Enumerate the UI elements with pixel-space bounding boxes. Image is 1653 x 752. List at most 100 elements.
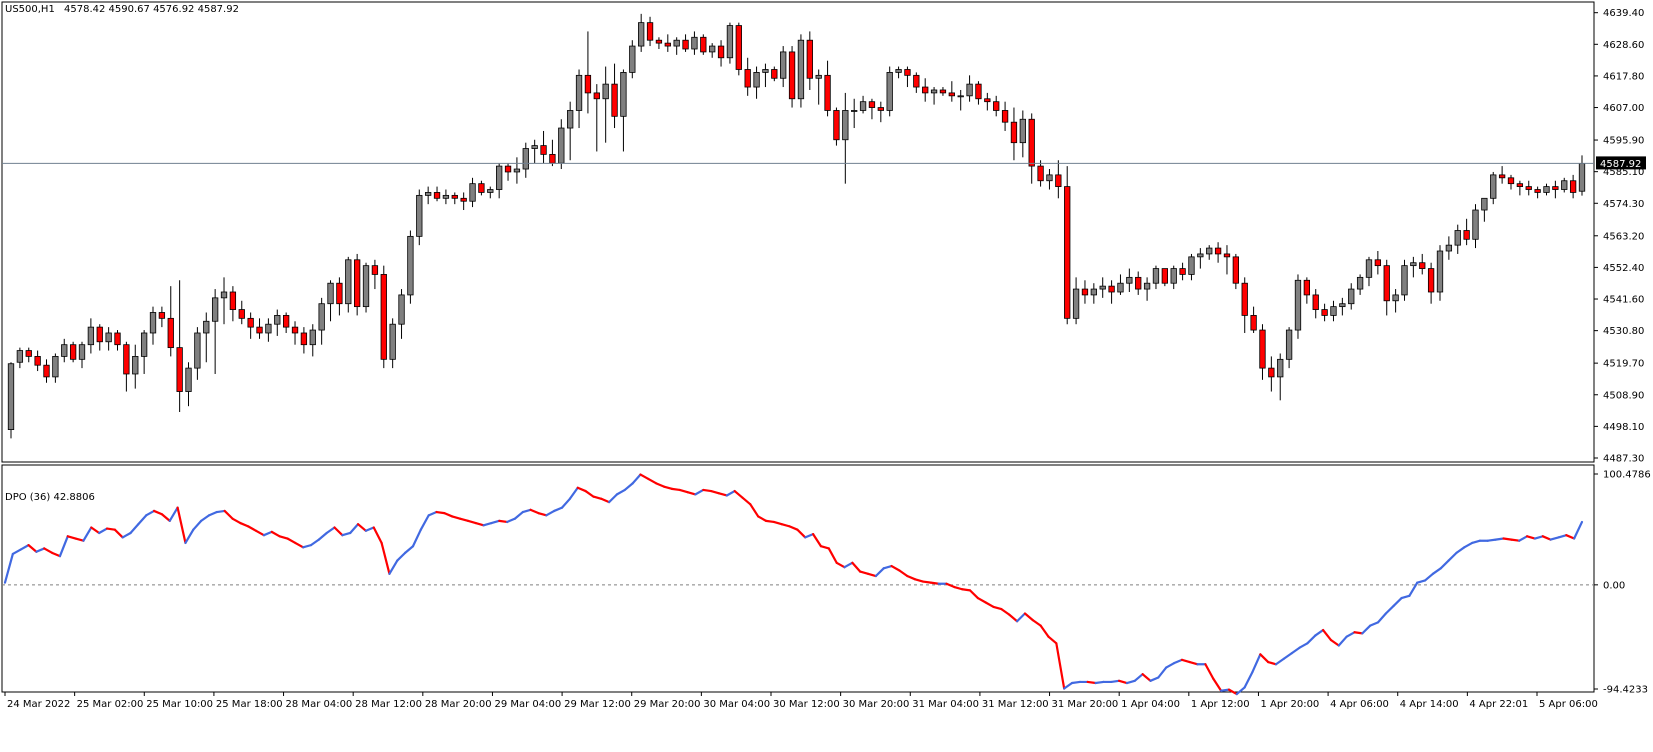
candle-body-bull bbox=[1206, 247, 1213, 255]
candle-body-bear bbox=[993, 101, 1000, 111]
candle-body-bear bbox=[1055, 174, 1062, 187]
candle-body-bear bbox=[646, 22, 654, 41]
price-tick-label: 4563.20 bbox=[1603, 231, 1644, 242]
candle-body-bear bbox=[229, 291, 237, 310]
candle-body-bull bbox=[1348, 288, 1355, 305]
candle-body-bear bbox=[256, 326, 263, 334]
candle-body-bear bbox=[806, 39, 813, 79]
candle-body-bull bbox=[1019, 118, 1026, 144]
current-price-label: 4587.92 bbox=[1600, 159, 1641, 170]
candle-body-bear bbox=[1498, 174, 1506, 179]
candle-body-bear bbox=[291, 326, 299, 334]
candle-body-bull bbox=[558, 127, 565, 164]
candle-body-bear bbox=[682, 39, 689, 50]
candle-body-bull bbox=[132, 356, 139, 375]
candle bbox=[797, 34, 805, 108]
candle-body-bear bbox=[460, 197, 467, 202]
candle-body-bull bbox=[327, 282, 334, 305]
candle-body-bear bbox=[478, 183, 485, 193]
candle-body-bull bbox=[1561, 180, 1568, 190]
candle-body-bear bbox=[282, 315, 290, 328]
candle-body-bull bbox=[1578, 163, 1586, 192]
candle-body-bear bbox=[1383, 265, 1390, 302]
candle-body-bear bbox=[1081, 288, 1089, 296]
candle-body-bear bbox=[247, 317, 254, 328]
candle bbox=[1294, 274, 1302, 339]
dpo-tick-label: 0.00 bbox=[1603, 580, 1625, 591]
candle-body-bear bbox=[1268, 367, 1275, 378]
candle-body-bear bbox=[1463, 230, 1470, 240]
candle-body-bear bbox=[593, 92, 600, 100]
price-tick-label: 4541.60 bbox=[1603, 295, 1644, 306]
candle-body-bear bbox=[336, 282, 343, 305]
candle-body-bear bbox=[975, 83, 982, 100]
dpo-segment-up bbox=[1494, 537, 1505, 541]
candle-body-bull bbox=[726, 25, 734, 59]
candle-body-bull bbox=[1490, 174, 1497, 199]
candle-body-bear bbox=[984, 98, 991, 103]
dpo-segment-down bbox=[921, 580, 932, 584]
candle-body-bear bbox=[1232, 256, 1239, 284]
candle-body-bull bbox=[1481, 197, 1488, 211]
dpo-segment-down bbox=[929, 581, 940, 585]
candle-body-bear bbox=[1427, 268, 1435, 293]
candle bbox=[726, 22, 734, 64]
candle-body-bull bbox=[78, 344, 86, 360]
candle-body-bear bbox=[744, 69, 751, 88]
candle bbox=[1401, 259, 1408, 301]
candle-body-bull bbox=[416, 194, 423, 237]
candle-body-bull bbox=[1543, 186, 1550, 193]
candle-body-bear bbox=[167, 317, 174, 349]
candle-body-bull bbox=[886, 72, 893, 111]
price-tick-label: 4487.30 bbox=[1603, 454, 1644, 465]
candle-body-bull bbox=[638, 22, 645, 47]
candle-body-bear bbox=[1161, 268, 1168, 284]
time-tick-label: 31 Mar 20:00 bbox=[1052, 699, 1119, 710]
candle-body-bull bbox=[345, 259, 352, 305]
price-tick-label: 4617.80 bbox=[1603, 71, 1644, 82]
candle-body-bear bbox=[1534, 189, 1541, 193]
candle-body-bear bbox=[114, 332, 121, 346]
candle bbox=[629, 40, 636, 79]
dpo-segment-down bbox=[1353, 631, 1364, 635]
candle-body-bear bbox=[717, 45, 725, 59]
candle bbox=[833, 107, 840, 146]
time-tick-label: 29 Mar 12:00 bbox=[564, 699, 631, 710]
candle-body-bull bbox=[1197, 253, 1204, 258]
candle-body-bull bbox=[1454, 230, 1461, 246]
candle-body-bear bbox=[655, 39, 663, 44]
candle-body-bull bbox=[469, 183, 476, 202]
candle-body-bear bbox=[1374, 259, 1382, 267]
candle-body-bull bbox=[753, 72, 760, 88]
candle bbox=[362, 262, 370, 313]
candle-body-bear bbox=[1516, 183, 1524, 187]
candle-body-bull bbox=[487, 189, 494, 193]
candle-body-bear bbox=[1552, 186, 1559, 190]
candle-body-bull bbox=[851, 110, 858, 112]
time-tick-label: 25 Mar 18:00 bbox=[216, 699, 283, 710]
candle-body-bull bbox=[496, 165, 503, 190]
dpo-segment-down bbox=[1510, 538, 1521, 542]
price-tick-label: 4519.70 bbox=[1603, 359, 1644, 370]
candle bbox=[1161, 268, 1168, 287]
candle-body-bear bbox=[1321, 309, 1328, 316]
time-tick-label: 28 Mar 04:00 bbox=[286, 699, 353, 710]
candle-body-bear bbox=[1507, 177, 1515, 185]
time-tick-label: 5 Apr 06:00 bbox=[1539, 699, 1598, 710]
candle-body-bull bbox=[1152, 268, 1160, 284]
candle-body-bull bbox=[1294, 279, 1302, 331]
candle-body-bull bbox=[1090, 288, 1097, 296]
candle bbox=[788, 46, 796, 108]
candle-body-bear bbox=[1010, 121, 1018, 144]
candle-body-bear bbox=[540, 145, 547, 155]
candle-body-bull bbox=[105, 332, 112, 343]
candle-body-bull bbox=[220, 291, 228, 299]
candle-body-bull bbox=[1436, 250, 1444, 293]
time-tick-label: 29 Mar 04:00 bbox=[494, 699, 561, 710]
candle-body-bear bbox=[904, 69, 911, 76]
candle-body-bull bbox=[274, 315, 281, 325]
candle-body-bull bbox=[1126, 276, 1133, 284]
candle-body-bull bbox=[815, 74, 822, 79]
candle-body-bull bbox=[398, 294, 405, 325]
symbol-label: US500,H1 bbox=[5, 4, 55, 15]
